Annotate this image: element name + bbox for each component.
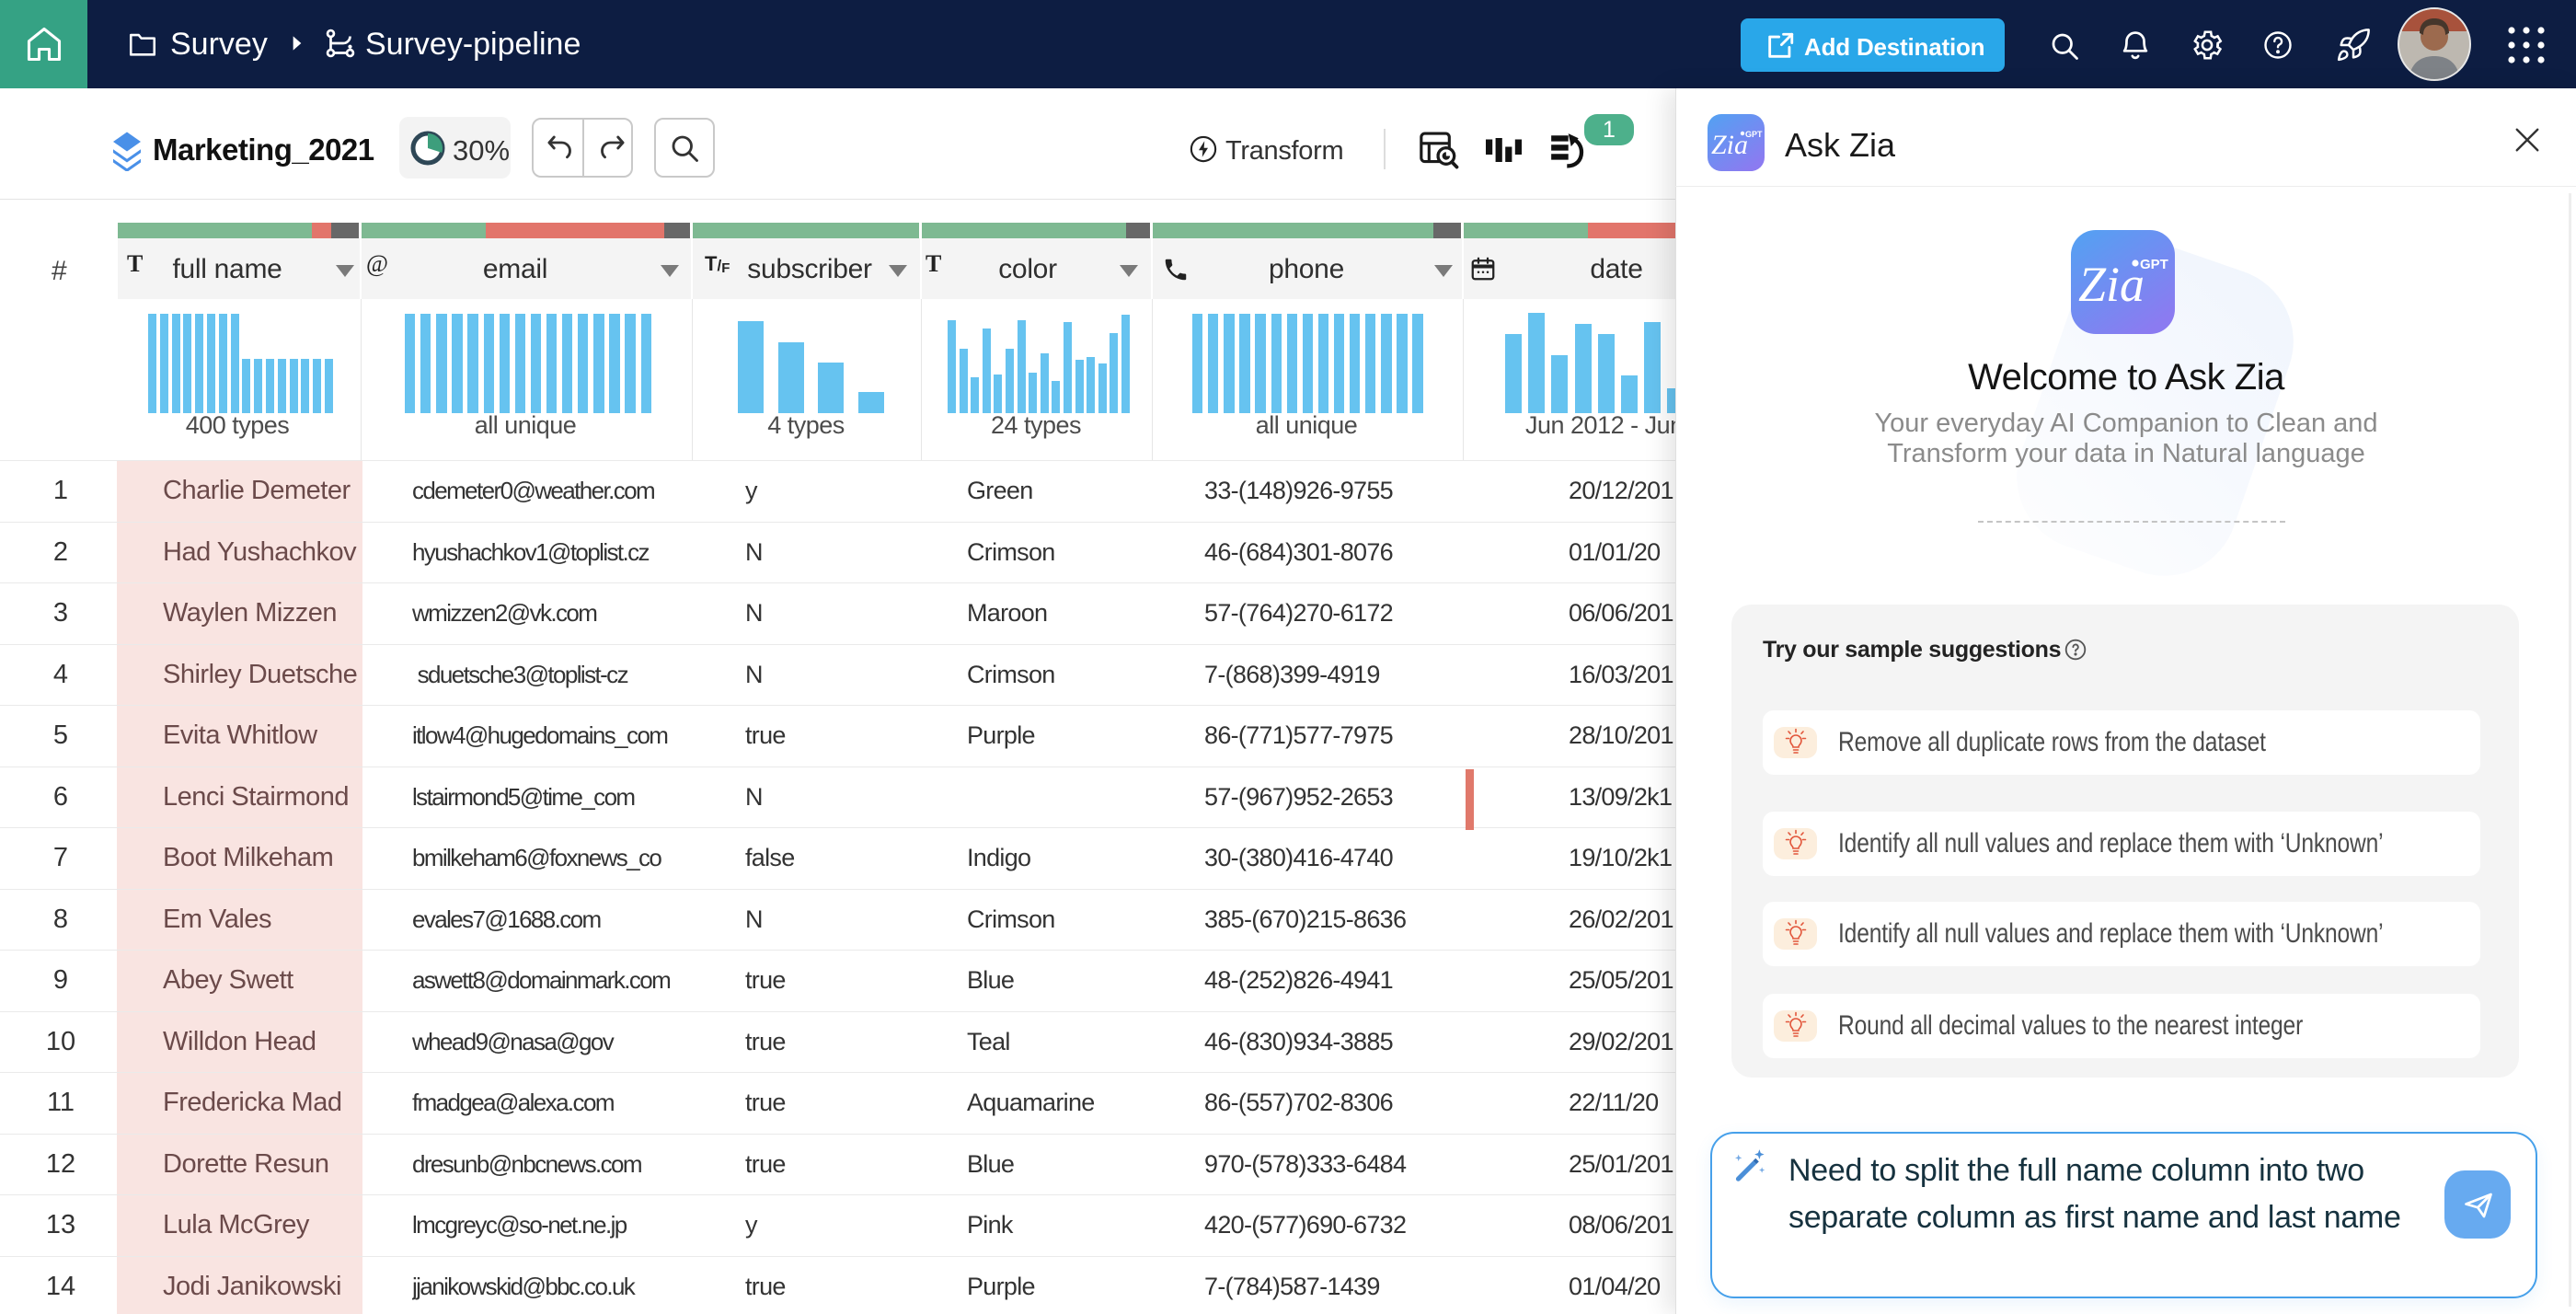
svg-text:GPT: GPT [1745,130,1763,139]
svg-text:GPT: GPT [2140,257,2168,272]
